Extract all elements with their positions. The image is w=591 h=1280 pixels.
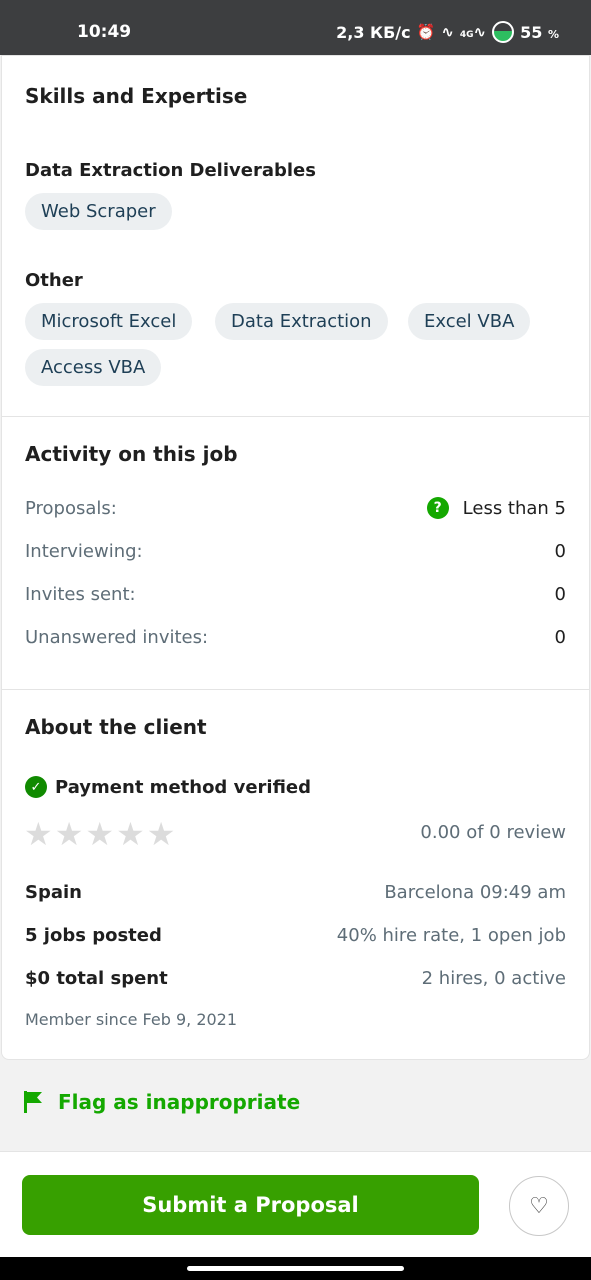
skill-chip[interactable]: Excel VBA (408, 303, 531, 340)
client-row-location: Spain Barcelona 09:49 am (25, 879, 566, 905)
activity-row-invites: Invites sent: 0 (25, 580, 566, 608)
activity-label: Invites sent: (25, 583, 136, 605)
skill-chip[interactable]: Web Scraper (25, 193, 172, 230)
client-city-time: Barcelona 09:49 am (384, 881, 566, 903)
battery-icon (492, 21, 515, 43)
star-icon: ★ (24, 815, 53, 853)
activity-value: 0 (554, 626, 566, 648)
client-hires: 2 hires, 0 active (421, 967, 566, 989)
client-row-jobs: 5 jobs posted 40% hire rate, 1 open job (25, 922, 566, 948)
activity-label: Proposals: (25, 497, 117, 519)
client-hire-rate: 40% hire rate, 1 open job (336, 924, 566, 946)
alarm-icon: ⏰ (416, 23, 436, 41)
payment-verified-label: Payment method verified (55, 776, 312, 798)
member-since: Member since Feb 9, 2021 (25, 1010, 238, 1029)
battery-value: 55 (520, 22, 543, 42)
network-speed: 2,3 КБ/с (336, 22, 411, 42)
review-summary: 0.00 of 0 review (420, 822, 566, 843)
flag-inappropriate-link[interactable]: Flag as inappropriate (22, 1090, 300, 1114)
battery-percent: 55 % (520, 23, 559, 42)
heart-icon: ♡ (529, 1193, 549, 1219)
flag-label: Flag as inappropriate (58, 1090, 301, 1114)
rating-stars: ★ ★ ★ ★ ★ (24, 818, 175, 850)
client-row-spent: $0 total spent 2 hires, 0 active (25, 965, 566, 991)
skills-card: Skills and Expertise Data Extraction Del… (1, 55, 590, 417)
star-icon: ★ (85, 815, 115, 853)
client-country: Spain (25, 881, 82, 903)
skill-chip[interactable]: Access VBA (25, 349, 162, 386)
home-indicator[interactable] (187, 1266, 404, 1271)
client-title: About the client (25, 715, 207, 739)
bottom-action-bar: Submit a Proposal ♡ (0, 1151, 591, 1257)
payment-verified: ✓ Payment method verified (25, 776, 311, 798)
activity-label: Interviewing: (25, 540, 143, 562)
client-card: About the client ✓ Payment method verifi… (1, 690, 590, 1060)
star-icon: ★ (146, 815, 176, 853)
help-icon[interactable]: ? (426, 497, 449, 519)
save-job-button[interactable]: ♡ (509, 1176, 569, 1236)
status-bar: 10:49 2,3 КБ/с ⏰ ∿ 4G∿ 55 % (0, 0, 591, 55)
skills-title: Skills and Expertise (25, 84, 248, 108)
skills-group-other-title: Other (25, 270, 83, 291)
star-icon: ★ (116, 815, 145, 853)
signal-icon: 4G∿ (459, 23, 487, 41)
battery-unit: % (547, 27, 559, 41)
activity-title: Activity on this job (25, 442, 238, 466)
network-type: 4G (459, 30, 474, 40)
activity-row-proposals: Proposals: ? Less than 5 (25, 494, 566, 522)
activity-card: Activity on this job Proposals: ? Less t… (1, 417, 590, 690)
activity-row-unanswered: Unanswered invites: 0 (25, 623, 566, 651)
flag-icon (24, 1091, 42, 1113)
activity-value: 0 (554, 540, 566, 562)
proposals-value: Less than 5 (462, 497, 566, 519)
status-icons: 2,3 КБ/с ⏰ ∿ 4G∿ 55 % (336, 21, 559, 43)
vibrate-icon: ∿ (441, 23, 454, 41)
skill-chip[interactable]: Microsoft Excel (25, 303, 193, 340)
verified-badge-icon: ✓ (25, 776, 47, 798)
submit-proposal-button[interactable]: Submit a Proposal (22, 1175, 479, 1235)
activity-value: ? Less than 5 (426, 497, 566, 519)
skills-group-deliverables-title: Data Extraction Deliverables (25, 160, 316, 181)
system-nav-bar (0, 1257, 591, 1280)
activity-label: Unanswered invites: (25, 626, 209, 648)
skill-chip[interactable]: Data Extraction (215, 303, 388, 340)
activity-row-interviewing: Interviewing: 0 (25, 537, 566, 565)
star-icon: ★ (54, 815, 84, 853)
client-total-spent: $0 total spent (25, 967, 168, 989)
status-time: 10:49 (77, 22, 132, 42)
activity-value: 0 (554, 583, 566, 605)
client-jobs-posted: 5 jobs posted (25, 924, 162, 946)
